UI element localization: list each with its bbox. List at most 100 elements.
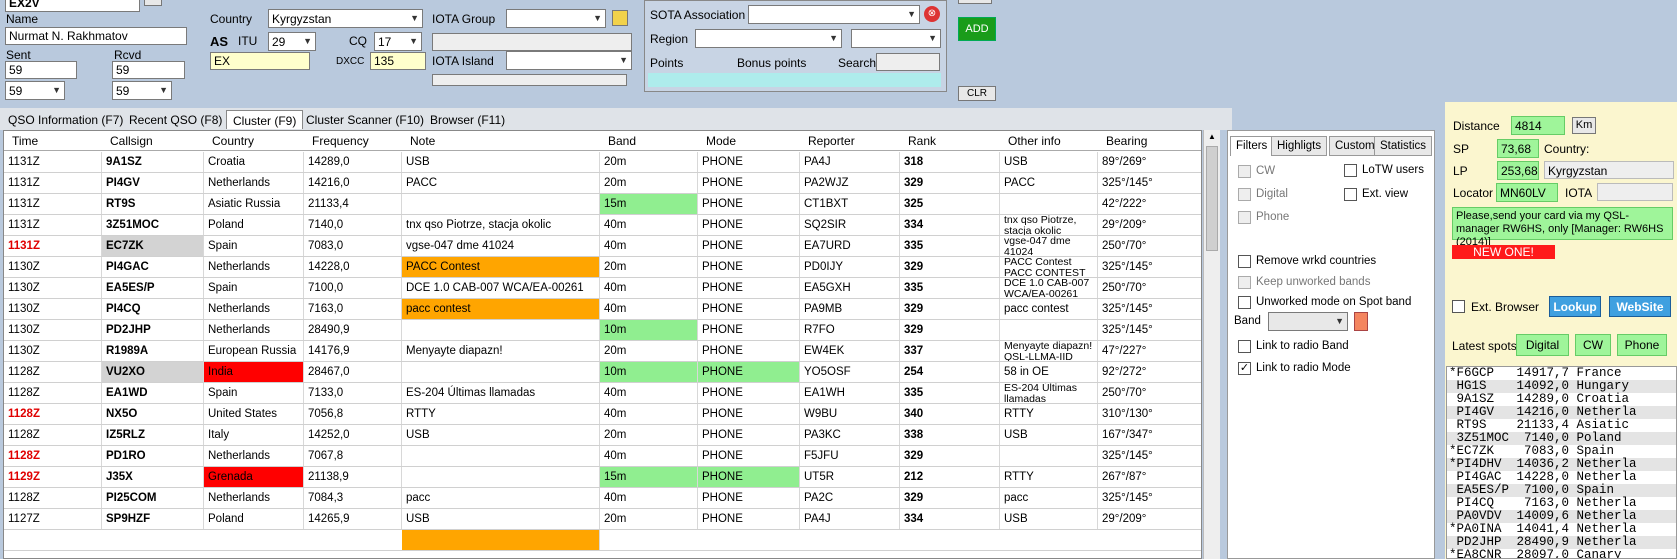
iota-island-select[interactable]: ▼ [506, 51, 632, 70]
col-bearing[interactable]: Bearing [1106, 134, 1147, 148]
table-row[interactable]: 1128Z VU2XO India 28467,0 10m PHONE YO5OSF 254 5… [4, 362, 1201, 383]
cell-mode: PHONE [698, 194, 800, 214]
country-select[interactable]: Kyrgyzstan ▼ [268, 9, 423, 28]
tab-recent-qso[interactable]: Recent QSO (F8) [123, 110, 228, 129]
col-time[interactable]: Time [12, 134, 38, 148]
clr-button[interactable]: CLR [958, 86, 996, 101]
add-button[interactable]: ADD [958, 17, 996, 41]
prefix-input[interactable] [210, 52, 310, 70]
band-select[interactable]: ▼ [1268, 312, 1348, 331]
col-frequency[interactable]: Frequency [312, 134, 369, 148]
save-icon[interactable] [144, 0, 162, 6]
table-row[interactable]: 1130Z PD2JHP Netherlands 28490,9 10m PHONE R7F… [4, 320, 1201, 341]
col-callsign[interactable]: Callsign [110, 134, 153, 148]
cq-select[interactable]: 17 ▼ [374, 32, 422, 51]
keep-unworked-checkbox[interactable] [1238, 276, 1251, 289]
table-row[interactable]: 1131Z EC7ZK Spain 7083,0 vgse-047 dme 41024 4… [4, 236, 1201, 257]
cell-rank: 338 [900, 425, 1000, 445]
cell-time: 1130Z [4, 299, 102, 319]
list-item[interactable]: *EA8CNR 28097,0 Canary [1447, 549, 1676, 559]
sota-select[interactable]: ▼ [748, 5, 920, 24]
col-mode[interactable]: Mode [706, 134, 736, 148]
remove-wrkd-checkbox[interactable] [1238, 255, 1251, 268]
rcvd-select[interactable]: 59 ▼ [112, 81, 172, 100]
col-band[interactable]: Band [608, 134, 636, 148]
tab-cluster[interactable]: Cluster (F9) [226, 110, 304, 129]
table-row[interactable]: 1131Z RT9S Asiatic Russia 21133,4 15m PHONE CT… [4, 194, 1201, 215]
link-band-checkbox[interactable] [1238, 340, 1251, 353]
cell-country: Asiatic Russia [204, 194, 304, 214]
tab-qso-information[interactable]: QSO Information (F7) [2, 110, 129, 129]
website-button[interactable]: WebSite [1609, 296, 1671, 317]
table-row[interactable]: 1130Z R1989A European Russia 14176,9 Menyayt… [4, 341, 1201, 362]
col-reporter[interactable]: Reporter [808, 134, 855, 148]
ext-view-checkbox[interactable] [1344, 188, 1357, 201]
lotw-checkbox[interactable] [1344, 164, 1357, 177]
scroll-thumb[interactable] [1206, 146, 1218, 251]
table-row[interactable]: 1128Z IZ5RLZ Italy 14252,0 USB 20m PHONE PA3KC 3… [4, 425, 1201, 446]
km-button[interactable]: Km [1572, 117, 1596, 134]
digital-checkbox[interactable] [1238, 188, 1251, 201]
lock-icon[interactable] [612, 10, 628, 26]
table-row[interactable]: 1127Z SP9HZF Poland 14265,9 USB 20m PHONE PA4J 3… [4, 509, 1201, 530]
table-row[interactable]: 1131Z 9A1SZ Croatia 14289,0 USB 20m PHONE PA4J 3… [4, 152, 1201, 173]
scroll-up-arrow[interactable]: ▲ [1204, 130, 1220, 144]
table-row[interactable]: 1128Z EA1WD Spain 7133,0 ES-204 Últimas llam… [4, 383, 1201, 404]
rcvd-input[interactable] [112, 61, 185, 79]
table-row[interactable]: 1130Z PI4CQ Netherlands 7163,0 pacc contest 4… [4, 299, 1201, 320]
cw-checkbox[interactable] [1238, 165, 1251, 178]
cell-frequency: 21133,4 [304, 194, 402, 214]
digital-label: Digital [1256, 188, 1288, 200]
iota-name-input[interactable] [432, 33, 632, 51]
table-row[interactable]: 1128Z PI25COM Netherlands 7084,3 pacc 40m PHON… [4, 488, 1201, 509]
grid-scrollbar[interactable]: ▲ [1203, 130, 1220, 559]
table-row[interactable]: 1129Z J35X Grenada 21138,9 15m PHONE UT5R 212 RT… [4, 467, 1201, 488]
unworked-mode-checkbox[interactable] [1238, 296, 1251, 309]
phone-checkbox[interactable] [1238, 211, 1251, 224]
latest-spots-list[interactable]: *F6GCP 14917,7 France HG1S 14092,0 Hunga… [1446, 366, 1677, 559]
ext-browser-checkbox[interactable] [1452, 300, 1465, 313]
region-select[interactable]: ▼ [695, 29, 842, 48]
name-input[interactable] [5, 27, 187, 45]
sota-search-input[interactable] [876, 53, 940, 71]
col-other-info[interactable]: Other info [1008, 134, 1061, 148]
clear-sota-icon[interactable]: ⊗ [924, 6, 940, 22]
iota-extra-input[interactable] [432, 74, 627, 86]
itu-select[interactable]: 29 ▼ [268, 32, 316, 51]
col-rank[interactable]: Rank [908, 134, 936, 148]
iota-group-select[interactable]: ▼ [506, 9, 606, 28]
tab-custom[interactable]: Custom [1329, 136, 1381, 156]
table-row[interactable]: 1128Z NX5O United States 7056,8 RTTY 40m PHONE… [4, 404, 1201, 425]
cell-other-info [1000, 320, 1098, 340]
table-row[interactable]: 1130Z PI4GAC Netherlands 14228,0 PACC Contes… [4, 257, 1201, 278]
tab-statistics[interactable]: Statistics [1374, 136, 1433, 156]
col-country[interactable]: Country [212, 134, 254, 148]
table-row-partial[interactable] [4, 530, 1201, 551]
table-row[interactable]: 1131Z 3Z51MOC Poland 7140,0 tnx qso Piotrze,… [4, 215, 1201, 236]
col-note[interactable]: Note [410, 134, 435, 148]
cell-callsign: R1989A [102, 341, 204, 361]
spots-digital-button[interactable]: Digital [1516, 334, 1569, 356]
spots-phone-button[interactable]: Phone [1617, 334, 1667, 356]
callsign-input[interactable] [5, 0, 140, 12]
spots-cw-button[interactable]: CW [1575, 334, 1611, 356]
table-row[interactable]: 1131Z PI4GV Netherlands 14216,0 PACC 20m PHONE… [4, 173, 1201, 194]
top-small-button[interactable] [958, 0, 992, 4]
cell-bearing: 325°/145° [1098, 173, 1201, 193]
tab-browser[interactable]: Browser (F11) [424, 110, 511, 129]
sent-input[interactable] [5, 61, 77, 79]
dxcc-input[interactable] [370, 52, 426, 70]
link-mode-checkbox[interactable]: ✓ [1238, 362, 1251, 375]
cell-country: European Russia [204, 341, 304, 361]
sent-select[interactable]: 59 ▼ [5, 81, 65, 100]
cell-other-info: USB [1000, 152, 1098, 172]
table-row[interactable]: 1128Z PD1RO Netherlands 7067,8 40m PHONE F5JFU… [4, 446, 1201, 467]
tab-filters[interactable]: Filters [1230, 136, 1274, 156]
tab-highligts[interactable]: Highligts [1271, 136, 1328, 156]
cell-note: USB [402, 425, 600, 445]
lookup-button[interactable]: Lookup [1549, 296, 1601, 317]
subregion-select[interactable]: ▼ [851, 29, 941, 48]
table-row[interactable]: 1130Z EA5ES/P Spain 7100,0 DCE 1.0 CAB-007 W… [4, 278, 1201, 299]
tab-cluster-scanner[interactable]: Cluster Scanner (F10) [300, 110, 430, 129]
band-color-swatch[interactable] [1354, 312, 1368, 331]
